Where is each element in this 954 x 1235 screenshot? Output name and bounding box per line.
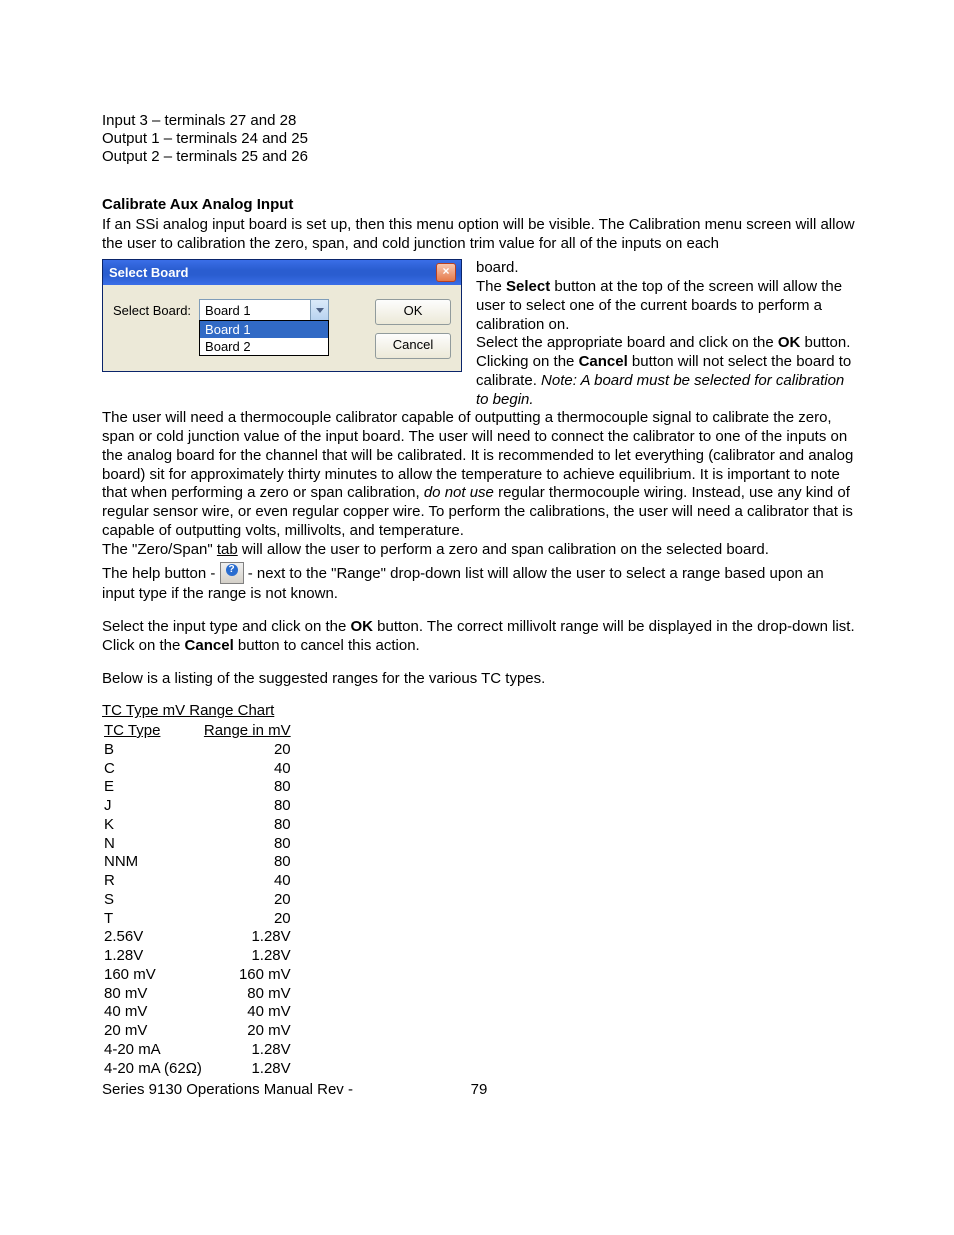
select-input-paragraph: Select the input type and click on the O… [102, 618, 856, 656]
range-cell: 80 [204, 853, 293, 872]
tc-type-cell: 40 mV [102, 1003, 204, 1022]
tc-type-cell: 2.56V [102, 928, 204, 947]
table-row: T20 [102, 910, 293, 929]
range-cell: 20 [204, 891, 293, 910]
help-icon[interactable] [220, 562, 244, 584]
tc-type-cell: 1.28V [102, 947, 204, 966]
combobox-dropdown: Board 1 Board 2 [199, 320, 329, 356]
table-row: N80 [102, 835, 293, 854]
tc-type-cell: 20 mV [102, 1022, 204, 1041]
close-icon[interactable]: × [436, 263, 456, 282]
intro-line-3: Output 2 – terminals 25 and 26 [102, 148, 856, 166]
footer-text: Series 9130 Operations Manual Rev - [102, 1081, 459, 1098]
right-line-select: The Select button at the top of the scre… [476, 278, 856, 334]
ok-button[interactable]: OK [375, 299, 451, 325]
table-row: 4-20 mA (62Ω)1.28V [102, 1060, 293, 1079]
select-board-label: Select Board: [113, 299, 191, 318]
table-row: 1.28V1.28V [102, 947, 293, 966]
range-cell: 1.28V [204, 1060, 293, 1079]
range-cell: 40 [204, 760, 293, 779]
range-cell: 80 [204, 778, 293, 797]
paragraph-main: The user will need a thermocouple calibr… [102, 409, 856, 540]
combobox-option[interactable]: Board 1 [200, 321, 328, 338]
range-cell: 80 [204, 816, 293, 835]
range-cell: 20 [204, 741, 293, 760]
range-cell: 20 mV [204, 1022, 293, 1041]
table-row: 20 mV20 mV [102, 1022, 293, 1041]
tc-type-cell: B [102, 741, 204, 760]
table-row: 160 mV160 mV [102, 966, 293, 985]
intro-line-2: Output 1 – terminals 24 and 25 [102, 130, 856, 148]
tc-type-cell: C [102, 760, 204, 779]
cancel-button[interactable]: Cancel [375, 333, 451, 359]
dialog-title: Select Board [109, 265, 436, 280]
intro-lines: Input 3 – terminals 27 and 28 Output 1 –… [102, 112, 856, 166]
range-cell: 1.28V [204, 947, 293, 966]
combobox-option[interactable]: Board 2 [200, 338, 328, 355]
select-board-combobox[interactable]: Board 1 [199, 299, 329, 321]
chevron-down-icon[interactable] [310, 300, 328, 320]
table-header-row: TC Type Range in mV [102, 722, 293, 741]
intro-line-1: Input 3 – terminals 27 and 28 [102, 112, 856, 130]
table-row: C40 [102, 760, 293, 779]
tc-type-chart: TC Type Range in mV B20C40E80J80K80N80NN… [102, 722, 293, 1078]
page-footer: Series 9130 Operations Manual Rev - 79 [102, 1081, 856, 1098]
table-row: K80 [102, 816, 293, 835]
range-cell: 160 mV [204, 966, 293, 985]
tc-type-cell: 160 mV [102, 966, 204, 985]
table-row: 80 mV80 mV [102, 985, 293, 1004]
table-row: 4-20 mA1.28V [102, 1041, 293, 1060]
right-line-okcancel: Select the appropriate board and click o… [476, 334, 856, 409]
tc-type-cell: NNM [102, 853, 204, 872]
range-cell: 20 [204, 910, 293, 929]
below-listing-line: Below is a listing of the suggested rang… [102, 670, 856, 689]
table-row: R40 [102, 872, 293, 891]
help-button-line: The help button - - next to the "Range" … [102, 563, 856, 604]
zero-span-line: The "Zero/Span" tab will allow the user … [102, 541, 856, 560]
paragraph-1: If an SSi analog input board is set up, … [102, 216, 856, 254]
chart-title: TC Type mV Range Chart [102, 702, 856, 721]
range-cell: 80 [204, 835, 293, 854]
tc-type-cell: 80 mV [102, 985, 204, 1004]
range-cell: 80 [204, 797, 293, 816]
right-column-text: board. The Select button at the top of t… [476, 259, 856, 409]
range-cell: 80 mV [204, 985, 293, 1004]
tc-type-cell: E [102, 778, 204, 797]
table-row: E80 [102, 778, 293, 797]
table-row: 2.56V1.28V [102, 928, 293, 947]
range-cell: 40 [204, 872, 293, 891]
tc-type-cell: R [102, 872, 204, 891]
footer-page-number: 79 [459, 1081, 499, 1098]
dialog-titlebar: Select Board × [103, 260, 461, 285]
tc-type-cell: K [102, 816, 204, 835]
tc-type-cell: J [102, 797, 204, 816]
table-row: NNM80 [102, 853, 293, 872]
table-row: B20 [102, 741, 293, 760]
range-cell: 1.28V [204, 928, 293, 947]
range-cell: 1.28V [204, 1041, 293, 1060]
tc-type-cell: N [102, 835, 204, 854]
table-header-tctype: TC Type [102, 722, 204, 741]
right-line-board: board. [476, 259, 856, 278]
tc-type-cell: 4-20 mA (62Ω) [102, 1060, 204, 1079]
table-row: J80 [102, 797, 293, 816]
tc-type-cell: S [102, 891, 204, 910]
table-row: 40 mV40 mV [102, 1003, 293, 1022]
table-header-range: Range in mV [204, 722, 293, 741]
combobox-value: Board 1 [200, 303, 310, 318]
tc-type-cell: T [102, 910, 204, 929]
tc-type-cell: 4-20 mA [102, 1041, 204, 1060]
table-row: S20 [102, 891, 293, 910]
section-heading: Calibrate Aux Analog Input [102, 196, 856, 215]
range-cell: 40 mV [204, 1003, 293, 1022]
select-board-dialog: Select Board × Select Board: Board 1 Boa… [102, 259, 462, 372]
